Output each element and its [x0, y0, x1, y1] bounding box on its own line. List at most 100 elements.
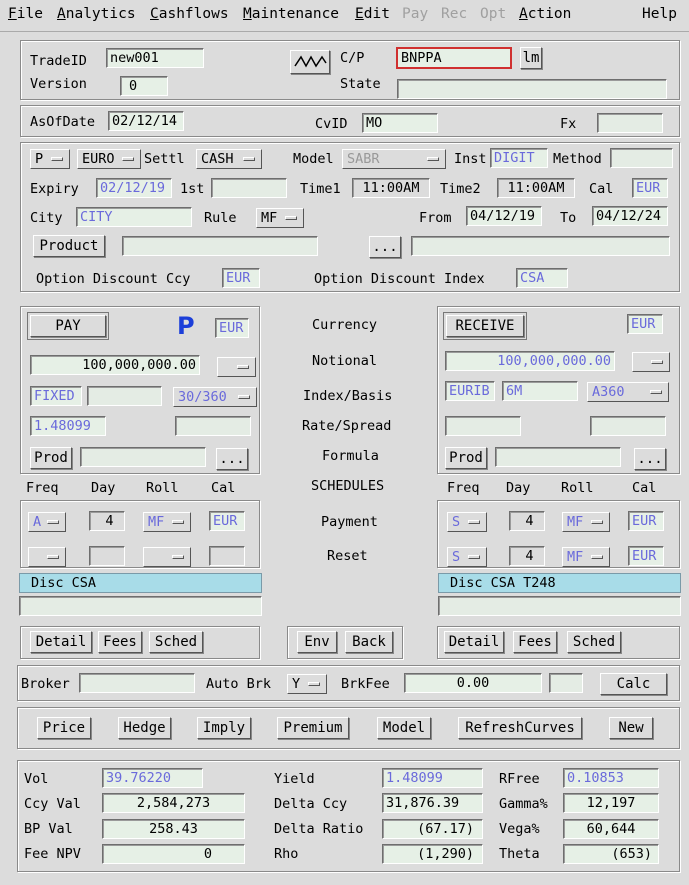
version-field[interactable]: 0 [120, 76, 168, 96]
pay-roll-dropdown[interactable]: MF [143, 512, 191, 532]
reset-roll-dropdown[interactable] [143, 547, 191, 567]
gamma-field[interactable]: 12,197 [563, 793, 659, 813]
pay-prod-ellipsis-button[interactable]: ... [216, 448, 248, 470]
rule-dropdown[interactable]: MF [256, 208, 304, 228]
reset-freq-dropdown[interactable] [28, 547, 66, 567]
menu-cashflows[interactable]: Cashflows [150, 6, 229, 22]
imply-button[interactable]: Imply [197, 717, 251, 739]
vega-field[interactable]: 60,644 [563, 819, 659, 839]
receive-button[interactable]: RECEIVE [443, 312, 527, 340]
to-field[interactable]: 04/12/24 [592, 206, 668, 226]
receive-basis-dropdown[interactable]: A360 [587, 382, 669, 402]
pay-prod-field[interactable] [80, 447, 206, 467]
tradeid-field[interactable]: new001 [106, 48, 204, 68]
receive-prod-button[interactable]: Prod [445, 447, 487, 469]
yield-field[interactable]: 1.48099 [382, 768, 483, 788]
currency-dropdown[interactable]: EURO [77, 149, 141, 169]
env-button[interactable]: Env [297, 631, 337, 653]
reset-day-field[interactable] [89, 546, 125, 566]
receive-disc-field[interactable]: Disc CSA T248 [438, 573, 681, 593]
receive-pay-freq-dropdown[interactable]: S [447, 512, 487, 532]
cvid-field[interactable]: MO [362, 113, 438, 133]
receive-tenor-field[interactable]: 6M [502, 381, 578, 401]
receive-reset-cal-field[interactable]: EUR [628, 546, 664, 566]
receive-sched-button[interactable]: Sched [567, 631, 621, 653]
pay-detail-button[interactable]: Detail [30, 631, 92, 653]
receive-spread-field[interactable] [590, 416, 666, 436]
lm-button[interactable]: lm [520, 47, 542, 69]
receive-reset-day-field[interactable]: 4 [509, 546, 545, 566]
pay-button[interactable]: PAY [27, 312, 109, 340]
receive-pay-cal-field[interactable]: EUR [628, 511, 664, 531]
method-field[interactable] [610, 148, 673, 168]
theta-field[interactable]: (653) [563, 844, 659, 864]
pay-basis-dropdown[interactable]: 30/360 [173, 387, 257, 407]
receive-prod-ellipsis-button[interactable]: ... [634, 448, 666, 470]
model-dropdown[interactable]: SABR [342, 149, 446, 169]
pay-index2-field[interactable] [87, 386, 162, 406]
pay-fees-button[interactable]: Fees [98, 631, 142, 653]
deltaccy-field[interactable]: 31,876.39 [382, 793, 483, 813]
pay-day-field[interactable]: 4 [89, 511, 125, 531]
product-field[interactable] [122, 236, 318, 256]
receive-detail-button[interactable]: Detail [444, 631, 504, 653]
pay-spread-field[interactable] [175, 416, 251, 436]
city-field[interactable]: CITY [76, 207, 192, 227]
pay-disc2-field[interactable] [19, 596, 262, 616]
deltaratio-field[interactable]: (67.17) [382, 819, 483, 839]
pay-notional-field[interactable]: 100,000,000.00 [30, 355, 200, 375]
pay-sched-button[interactable]: Sched [149, 631, 203, 653]
receive-reset-roll-dropdown[interactable]: MF [562, 547, 610, 567]
state-field[interactable] [397, 79, 667, 99]
pay-cal-field[interactable]: EUR [209, 511, 245, 531]
time2-field[interactable]: 11:00AM [497, 178, 575, 198]
inst-field[interactable]: DIGIT [490, 148, 548, 168]
cp-field[interactable]: BNPPA [396, 47, 512, 69]
brkfee-field[interactable]: 0.00 [404, 673, 542, 693]
settl-dropdown[interactable]: CASH [196, 149, 262, 169]
receive-notional-dropdown[interactable] [632, 352, 670, 372]
price-button[interactable]: Price [37, 717, 91, 739]
product-desc-field[interactable] [411, 236, 670, 256]
broker-field[interactable] [79, 673, 195, 693]
menu-file[interactable]: File [8, 6, 43, 22]
fx-field[interactable] [597, 113, 663, 133]
type-dropdown[interactable]: P [30, 149, 70, 169]
menu-edit[interactable]: Edit [355, 6, 390, 22]
new-button[interactable]: New [609, 717, 653, 739]
premium-button[interactable]: Premium [277, 717, 349, 739]
autobrk-dropdown[interactable]: Y [287, 674, 327, 694]
receive-currency-field[interactable]: EUR [627, 314, 663, 334]
refresh-curves-button[interactable]: RefreshCurves [458, 717, 582, 739]
time1-field[interactable]: 11:00AM [352, 178, 430, 198]
asofdate-field[interactable]: 02/12/14 [108, 111, 184, 131]
feenpv-field[interactable]: 0 [102, 844, 245, 864]
bpval-field[interactable]: 258.43 [102, 819, 245, 839]
brkfee-ccy-field[interactable] [549, 673, 583, 693]
pay-rate-field[interactable]: 1.48099 [30, 416, 106, 436]
receive-prod-field[interactable] [495, 447, 621, 467]
reset-cal-field[interactable] [209, 546, 245, 566]
ccyval-field[interactable]: 2,584,273 [102, 793, 245, 813]
receive-reset-freq-dropdown[interactable]: S [447, 547, 487, 567]
model-button[interactable]: Model [377, 717, 431, 739]
pay-index-field[interactable]: FIXED [30, 386, 82, 406]
pay-freq-dropdown[interactable]: A [28, 512, 66, 532]
receive-disc2-field[interactable] [438, 596, 681, 616]
from-field[interactable]: 04/12/19 [466, 206, 542, 226]
product-button[interactable]: Product [33, 235, 105, 257]
menu-analytics[interactable]: Analytics [57, 6, 136, 22]
first-field[interactable] [211, 178, 287, 198]
option-discount-index-field[interactable]: CSA [516, 268, 568, 288]
rfree-field[interactable]: 0.10853 [563, 768, 659, 788]
expiry-field[interactable]: 02/12/19 [96, 178, 172, 198]
cal-field[interactable]: EUR [632, 178, 668, 198]
receive-notional-field[interactable]: 100,000,000.00 [445, 351, 615, 371]
vol-field[interactable]: 39.76220 [102, 768, 203, 788]
hedge-button[interactable]: Hedge [118, 717, 171, 739]
receive-pay-roll-dropdown[interactable]: MF [562, 512, 610, 532]
menu-action[interactable]: Action [519, 6, 571, 22]
option-discount-ccy-field[interactable]: EUR [222, 268, 260, 288]
menu-help[interactable]: Help [642, 6, 677, 22]
pay-disc-field[interactable]: Disc CSA [19, 573, 262, 593]
